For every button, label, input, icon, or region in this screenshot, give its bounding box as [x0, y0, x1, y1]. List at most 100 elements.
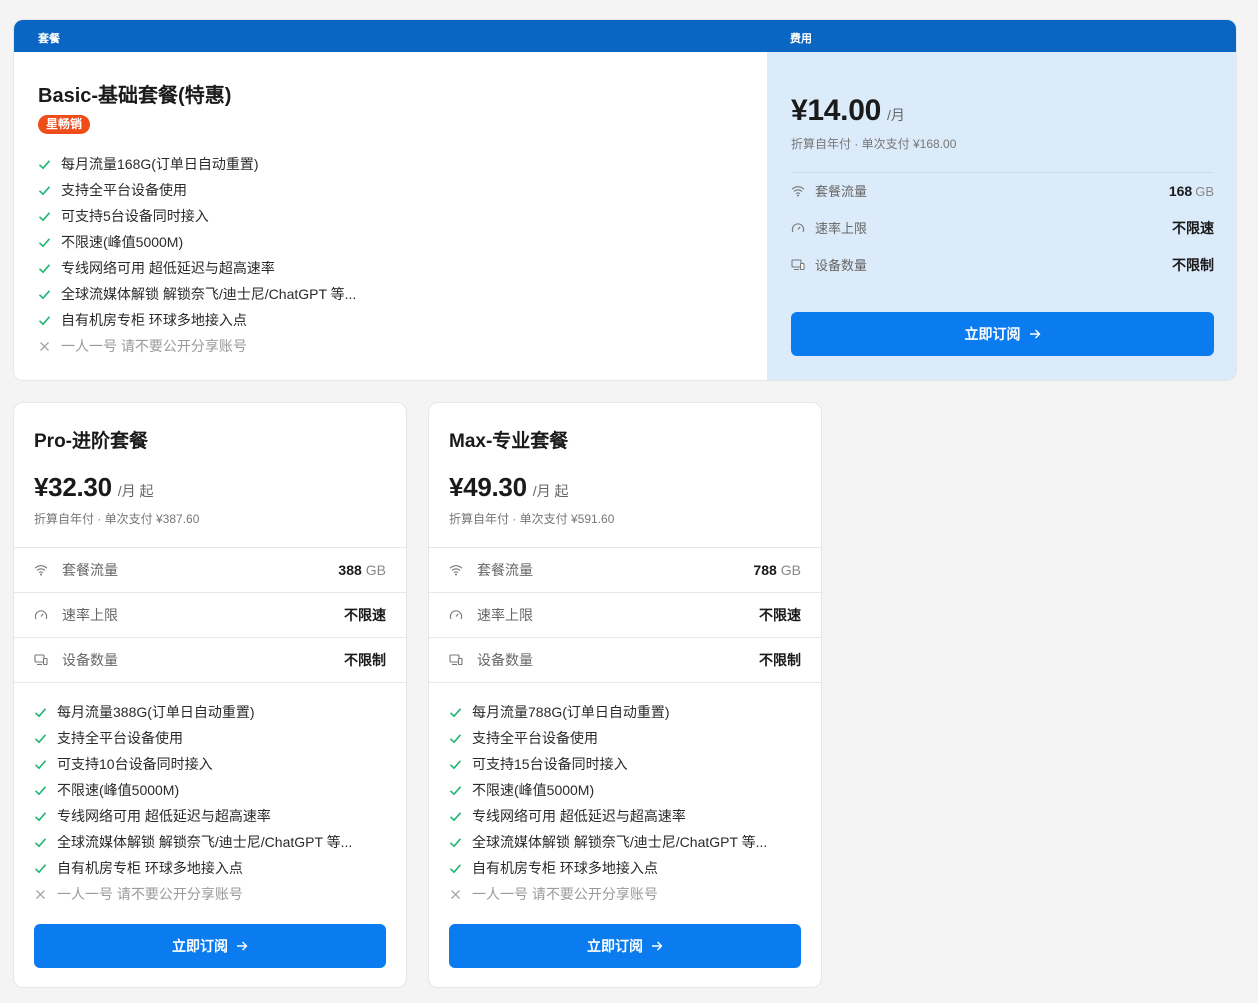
feature-item: 不限速(峰值5000M)	[34, 777, 352, 803]
plan-column-header: 套餐	[38, 33, 60, 45]
feature-text: 每月流量788G(订单日自动重置)	[472, 704, 670, 720]
feature-text: 不限速(峰值5000M)	[472, 782, 595, 798]
traffic-amount: 388	[338, 562, 362, 578]
spec-list: 套餐流量 388 GB 速率上限 不限速 设备数量 不限制	[14, 547, 406, 683]
speedometer-icon	[34, 608, 48, 622]
feature-text: 可支持5台设备同时接入	[61, 208, 209, 224]
subscribe-button[interactable]: 立即订阅	[791, 312, 1214, 356]
check-icon	[449, 836, 462, 849]
devices-icon	[34, 653, 48, 667]
check-icon	[38, 314, 51, 327]
check-icon	[34, 706, 47, 719]
table-header: 套餐 费用	[14, 20, 1236, 52]
price-row: ¥32.30 /月 起	[34, 472, 154, 503]
billing-note: 折算自年付 · 单次支付 ¥387.60	[34, 512, 200, 526]
check-icon	[34, 784, 47, 797]
check-icon	[449, 758, 462, 771]
feature-item: 自有机房专柜 环球多地接入点	[38, 307, 356, 333]
price-row: ¥14.00 /月	[791, 94, 905, 128]
feature-item: 自有机房专柜 环球多地接入点	[449, 855, 767, 881]
check-icon	[449, 706, 462, 719]
spec-list: 套餐流量 168 GB 速率上限 不限速 设备数量 不限制	[791, 172, 1214, 283]
wifi-icon	[449, 563, 463, 577]
spec-speed: 速率上限 不限速	[14, 593, 406, 638]
feature-item: 自有机房专柜 环球多地接入点	[34, 855, 352, 881]
price-period: /月 起	[532, 483, 569, 499]
feature-text: 每月流量388G(订单日自动重置)	[57, 704, 255, 720]
wifi-icon	[34, 563, 48, 577]
feature-item: 全球流媒体解锁 解锁奈飞/迪士尼/ChatGPT 等...	[34, 829, 352, 855]
arrow-right-icon	[236, 940, 248, 952]
traffic-unit: GB	[780, 562, 801, 578]
check-icon	[34, 732, 47, 745]
feature-item: 专线网络可用 超低延迟与超高速率	[38, 255, 356, 281]
plan-title: Max-专业套餐	[449, 431, 569, 452]
traffic-amount: 168	[1168, 182, 1193, 199]
feature-item-excluded: 一人一号 请不要公开分享账号	[38, 333, 356, 359]
spec-devices: 设备数量 不限制	[14, 638, 406, 683]
max-plan-card: Max-专业套餐 ¥49.30 /月 起 折算自年付 · 单次支付 ¥591.6…	[428, 402, 822, 988]
check-icon	[38, 288, 51, 301]
traffic-unit: GB	[365, 562, 386, 578]
plan-title: Pro-进阶套餐	[34, 431, 149, 452]
feature-text: 支持全平台设备使用	[472, 730, 598, 746]
billing-note: 折算自年付 · 单次支付 ¥168.00	[791, 137, 957, 151]
feature-text: 专线网络可用 超低延迟与超高速率	[57, 808, 271, 824]
spec-label: 设备数量	[477, 652, 533, 668]
spec-label: 套餐流量	[62, 562, 118, 578]
feature-item-excluded: 一人一号 请不要公开分享账号	[34, 881, 352, 907]
spec-traffic: 套餐流量 388 GB	[14, 548, 406, 593]
wifi-icon	[791, 184, 805, 198]
feature-text: 支持全平台设备使用	[57, 730, 183, 746]
spec-label: 速率上限	[62, 607, 118, 623]
traffic-amount: 788	[753, 562, 777, 578]
price-period: /月 起	[117, 483, 154, 499]
fee-panel: ¥14.00 /月 折算自年付 · 单次支付 ¥168.00 套餐流量 168 G…	[767, 52, 1236, 380]
check-icon	[38, 158, 51, 171]
spec-list: 套餐流量 788 GB 速率上限 不限速 设备数量 不限制	[429, 547, 821, 683]
cross-icon	[38, 340, 51, 353]
feature-item: 全球流媒体解锁 解锁奈飞/迪士尼/ChatGPT 等...	[449, 829, 767, 855]
subscribe-button[interactable]: 立即订阅	[34, 924, 386, 968]
price: ¥32.30	[34, 472, 112, 502]
feature-item: 不限速(峰值5000M)	[449, 777, 767, 803]
subscribe-label: 立即订阅	[587, 938, 643, 954]
feature-item: 支持全平台设备使用	[34, 725, 352, 751]
feature-item: 支持全平台设备使用	[38, 177, 356, 203]
speedometer-icon	[449, 608, 463, 622]
spec-value: 不限制	[759, 652, 801, 668]
spec-label: 设备数量	[62, 652, 118, 668]
feature-text: 自有机房专柜 环球多地接入点	[57, 860, 243, 876]
check-icon	[449, 862, 462, 875]
subscribe-button[interactable]: 立即订阅	[449, 924, 801, 968]
speedometer-icon	[791, 221, 805, 235]
spec-label: 套餐流量	[477, 562, 533, 578]
plan-title: Basic-基础套餐(特惠)	[38, 85, 232, 107]
feature-list: 每月流量788G(订单日自动重置) 支持全平台设备使用 可支持15台设备同时接入…	[449, 699, 767, 907]
feature-list: 每月流量168G(订单日自动重置) 支持全平台设备使用 可支持5台设备同时接入 …	[38, 151, 356, 359]
featured-plan-card: 套餐 费用 Basic-基础套餐(特惠) 星畅销 每月流量168G(订单日自动重…	[13, 19, 1237, 381]
traffic-unit: GB	[1195, 183, 1214, 199]
spec-label: 套餐流量	[815, 184, 868, 199]
spec-value: 168 GB	[1169, 183, 1214, 199]
feature-text: 每月流量168G(订单日自动重置)	[61, 156, 259, 172]
feature-item: 每月流量788G(订单日自动重置)	[449, 699, 767, 725]
feature-text: 可支持15台设备同时接入	[472, 756, 628, 772]
feature-item: 每月流量168G(订单日自动重置)	[38, 151, 356, 177]
feature-item: 不限速(峰值5000M)	[38, 229, 356, 255]
feature-text: 支持全平台设备使用	[61, 182, 187, 198]
check-icon	[449, 784, 462, 797]
spec-label: 速率上限	[477, 607, 533, 623]
spec-value: 不限速	[759, 607, 801, 623]
cross-icon	[449, 888, 462, 901]
spec-value: 不限制	[344, 652, 386, 668]
spec-speed: 速率上限 不限速	[791, 209, 1214, 246]
spec-value: 不限速	[344, 607, 386, 623]
billing-note: 折算自年付 · 单次支付 ¥591.60	[449, 512, 615, 526]
price: ¥49.30	[449, 472, 527, 502]
plan-details: Basic-基础套餐(特惠) 星畅销 每月流量168G(订单日自动重置) 支持全…	[14, 52, 767, 380]
arrow-right-icon	[1029, 328, 1041, 340]
price-row: ¥49.30 /月 起	[449, 472, 569, 503]
feature-item-excluded: 一人一号 请不要公开分享账号	[449, 881, 767, 907]
spec-value: 不限制	[1172, 256, 1214, 273]
